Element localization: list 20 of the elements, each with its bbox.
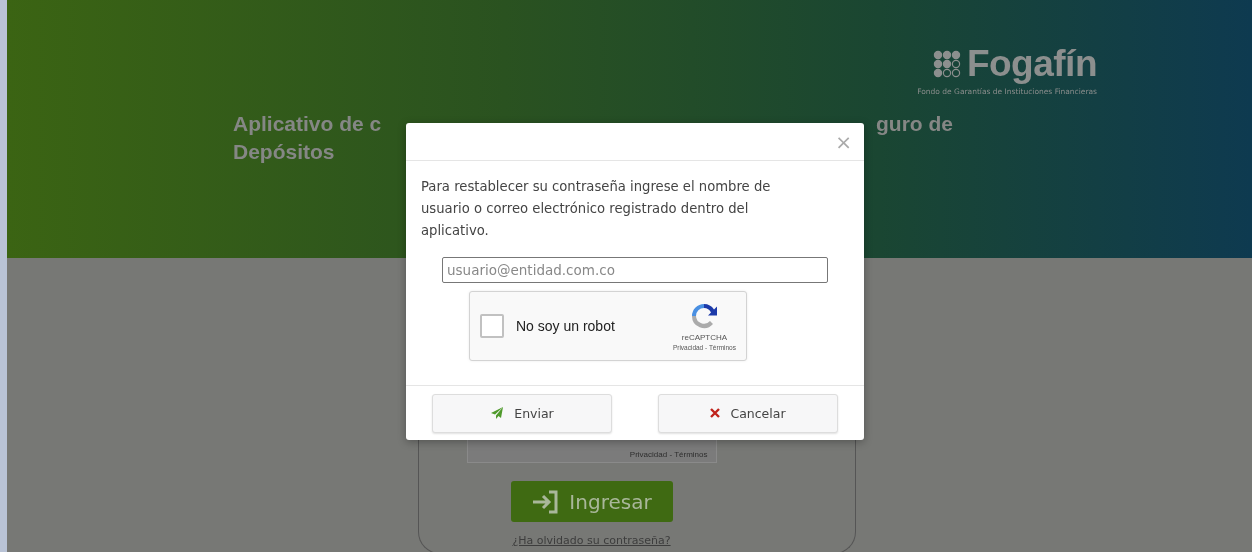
page-title-fragment: Aplicativo de c xyxy=(233,111,382,137)
captcha-checkbox[interactable] xyxy=(480,314,504,338)
send-button[interactable]: Enviar xyxy=(432,393,612,433)
login-arrow-icon xyxy=(531,489,560,514)
close-button[interactable]: × xyxy=(833,131,854,152)
cancel-button[interactable]: Cancelar xyxy=(658,393,838,433)
paper-plane-icon xyxy=(490,406,505,420)
page-title-fragment: Depósitos xyxy=(233,140,335,163)
login-button[interactable]: Ingresar xyxy=(510,481,673,522)
dialog-message: Para restablecer su contraseña ingrese el nombre de usuario o correo electrónico registrado dentro del aplicativo. xyxy=(421,178,772,240)
recaptcha-logo-icon xyxy=(689,301,720,331)
page-title-fragment: guro de xyxy=(876,111,953,137)
captcha-links: Privacidad - Términos xyxy=(629,450,708,459)
forgot-password-link[interactable]: ¿Ha olvidado su contraseña? xyxy=(512,534,671,547)
captcha-label: No soy un robot xyxy=(516,318,616,334)
dot-grid-icon xyxy=(932,50,961,78)
logo-wordmark: Fogafín xyxy=(966,44,1097,84)
email-input-field[interactable]: usuario@entidad.com.co xyxy=(442,257,828,283)
close-icon xyxy=(710,408,721,418)
captcha-brand: reCAPTCHA xyxy=(681,333,728,342)
